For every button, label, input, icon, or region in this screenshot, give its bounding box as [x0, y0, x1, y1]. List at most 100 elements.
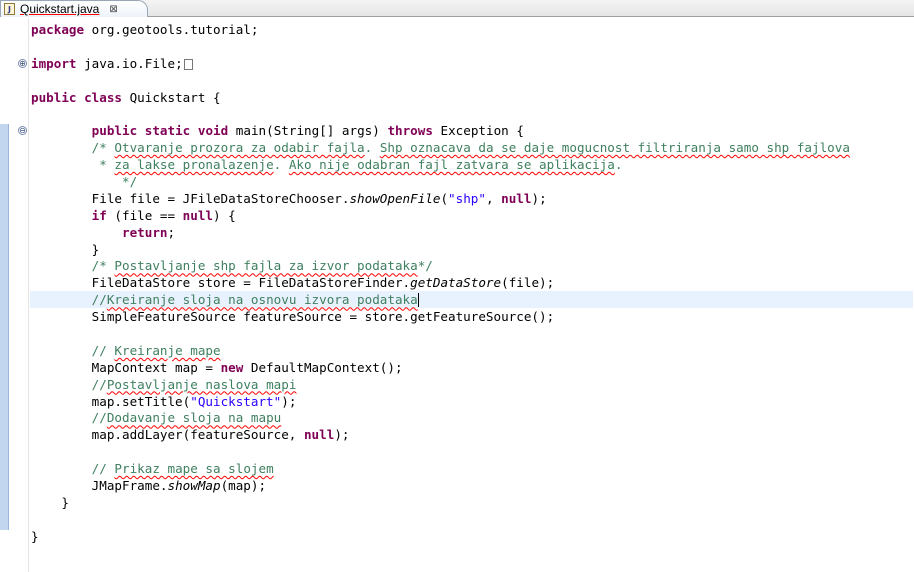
editor-tab-bar: J Quickstart.java ⊠	[0, 0, 914, 17]
java-file-icon: J	[4, 3, 15, 15]
code-token: );	[531, 190, 547, 206]
code-line[interactable]	[31, 443, 914, 460]
code-line[interactable]: //Postavljanje naslova mapi	[31, 376, 914, 393]
code-token: Postavljanje shp fajla za izvor podataka	[114, 258, 418, 274]
tab-title: Quickstart.java	[20, 2, 100, 16]
code-token: /*	[91, 140, 115, 156]
code-editor[interactable]: ⊕ ⊖ package org.geotools.tutorial; import…	[0, 18, 914, 572]
code-line[interactable]: package org.geotools.tutorial;	[31, 21, 914, 38]
code-line[interactable]: /* Otvaranje prozora za odabir fajla. Sh…	[31, 139, 914, 156]
code-token: null	[303, 427, 335, 443]
code-token: map.setTitle(	[31, 393, 191, 409]
code-token: //	[91, 461, 115, 477]
code-token: null	[501, 190, 532, 206]
code-line[interactable]: //Dodavanje sloja na mapu	[31, 409, 914, 426]
code-token: Ako nije odabran fajl zatvara se aplikac…	[288, 157, 615, 173]
code-line[interactable]: */	[31, 173, 914, 190]
code-token: );	[334, 427, 350, 443]
collapsed-imports-box[interactable]	[183, 58, 193, 70]
code-line[interactable]: // Kreiranje mape	[31, 342, 914, 359]
code-token: }	[31, 528, 39, 544]
code-token: map.addLayer(featureSource,	[31, 427, 304, 443]
code-line[interactable]: // Prikaz mape sa slojem	[31, 460, 914, 477]
code-token: import	[31, 55, 77, 71]
fold-collapse-icon[interactable]: ⊖	[18, 126, 27, 135]
tab-quickstart-java[interactable]: J Quickstart.java ⊠	[0, 0, 148, 17]
code-line[interactable]: File file = JFileDataStoreChooser.showOp…	[31, 190, 914, 207]
code-line[interactable]	[31, 325, 914, 342]
code-token: package	[31, 22, 85, 37]
code-token: */	[417, 258, 433, 274]
code-token: Kreiranje mape	[114, 342, 221, 358]
code-line[interactable]: //Kreiranje sloja na osnovu izvora podat…	[30, 291, 913, 309]
code-line[interactable]: public static void main(String[] args) t…	[31, 122, 914, 139]
code-token: Prikaz mape sa slojem	[114, 461, 274, 477]
code-token: File file = JFileDataStoreChooser.	[31, 190, 350, 206]
code-token: public	[31, 89, 77, 105]
close-icon[interactable]: ⊠	[109, 4, 117, 15]
code-token: main(String[] args)	[228, 123, 388, 139]
code-token: null	[182, 207, 214, 223]
code-line[interactable]: }	[31, 241, 914, 258]
code-line[interactable]: * za lakse pronalazenje. Ako nije odabra…	[31, 156, 914, 173]
code-token: MapContext map =	[31, 359, 221, 375]
code-line[interactable]: map.setTitle("Quickstart");	[31, 393, 914, 410]
code-token: .	[273, 157, 289, 173]
code-token: (file ==	[106, 207, 183, 223]
code-token: getDataStore	[410, 275, 502, 291]
code-token: public	[91, 123, 138, 139]
code-token: */	[122, 174, 138, 190]
code-line[interactable]: SimpleFeatureSource featureSource = stor…	[31, 308, 914, 325]
code-line[interactable]: if (file == null) {	[31, 207, 914, 224]
code-token: java.io.File;	[76, 55, 183, 71]
code-line[interactable]	[31, 38, 914, 55]
code-token: ;	[167, 224, 176, 240]
code-token: Postavljanje naslova mapi	[106, 376, 297, 392]
code-token: .	[364, 140, 380, 156]
code-line[interactable]: import java.io.File;	[31, 55, 914, 72]
code-token: za lakse pronalazenje	[114, 157, 274, 173]
code-token: Kreiranje sloja na osnovu izvora podatak…	[106, 292, 418, 308]
code-token: Quickstart {	[122, 89, 221, 105]
code-token: Dodavanje sloja na mapu	[106, 410, 282, 426]
code-token: FileDataStore store = FileDataStoreFinde…	[31, 275, 411, 291]
code-line[interactable]: public class Quickstart {	[31, 89, 914, 106]
code-line[interactable]: }	[31, 494, 914, 511]
code-line[interactable]	[31, 72, 914, 89]
code-line[interactable]: }	[31, 528, 914, 545]
code-token: Shp oznacava da se daje mogucnost filtri…	[379, 140, 850, 156]
code-token: showOpenFile	[349, 190, 441, 206]
fold-expand-icon[interactable]: ⊕	[18, 59, 27, 68]
code-line[interactable]: return;	[31, 224, 914, 241]
code-token: .	[614, 157, 623, 173]
code-token: (	[440, 190, 449, 206]
code-text-area[interactable]: package org.geotools.tutorial; import jav…	[30, 21, 914, 545]
code-token: void	[197, 123, 229, 139]
code-line[interactable]: FileDataStore store = FileDataStoreFinde…	[31, 274, 914, 291]
code-token: showMap	[167, 478, 221, 494]
code-token: static	[144, 123, 191, 139]
code-line[interactable]: MapContext map = new DefaultMapContext()…	[31, 359, 914, 376]
code-line[interactable]: JMapFrame.showMap(map);	[31, 477, 914, 494]
text-caret	[417, 293, 419, 308]
code-line[interactable]: map.addLayer(featureSource, null);	[31, 426, 914, 443]
code-token: DefaultMapContext();	[243, 359, 403, 375]
code-token: }	[31, 494, 69, 510]
code-token: Exception {	[432, 123, 524, 139]
code-token: //	[91, 342, 115, 358]
code-line[interactable]	[31, 105, 914, 122]
code-token: }	[31, 241, 100, 257]
code-line[interactable]: /* Postavljanje shp fajla za izvor podat…	[31, 257, 914, 274]
code-token: Otvaranje prozora za odabir fajla	[114, 140, 365, 156]
code-line[interactable]	[31, 511, 914, 528]
